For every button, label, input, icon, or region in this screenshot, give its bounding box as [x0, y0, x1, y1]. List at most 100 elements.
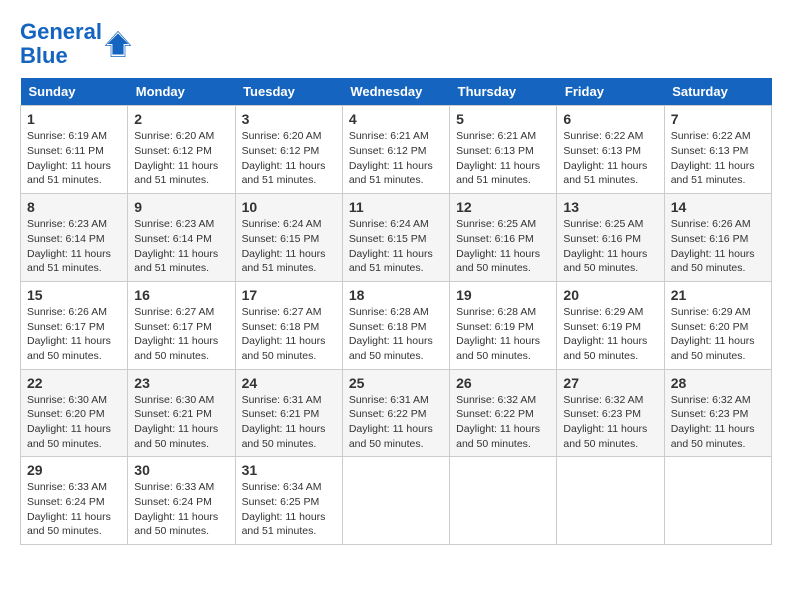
day-info: Sunrise: 6:30 AM Sunset: 6:20 PM Dayligh…: [27, 393, 121, 452]
day-info: Sunrise: 6:23 AM Sunset: 6:14 PM Dayligh…: [134, 217, 228, 276]
day-info: Sunrise: 6:24 AM Sunset: 6:15 PM Dayligh…: [242, 217, 336, 276]
calendar-week-row: 29 Sunrise: 6:33 AM Sunset: 6:24 PM Dayl…: [21, 457, 772, 545]
page-header: General Blue: [20, 20, 772, 68]
day-number: 30: [134, 462, 228, 478]
day-info: Sunrise: 6:21 AM Sunset: 6:12 PM Dayligh…: [349, 129, 443, 188]
day-info: Sunrise: 6:33 AM Sunset: 6:24 PM Dayligh…: [27, 480, 121, 539]
day-info: Sunrise: 6:32 AM Sunset: 6:22 PM Dayligh…: [456, 393, 550, 452]
calendar-cell: 15 Sunrise: 6:26 AM Sunset: 6:17 PM Dayl…: [21, 281, 128, 369]
day-info: Sunrise: 6:32 AM Sunset: 6:23 PM Dayligh…: [671, 393, 765, 452]
day-number: 11: [349, 199, 443, 215]
day-number: 14: [671, 199, 765, 215]
day-info: Sunrise: 6:31 AM Sunset: 6:21 PM Dayligh…: [242, 393, 336, 452]
calendar-cell: 14 Sunrise: 6:26 AM Sunset: 6:16 PM Dayl…: [664, 194, 771, 282]
day-number: 7: [671, 111, 765, 127]
day-info: Sunrise: 6:25 AM Sunset: 6:16 PM Dayligh…: [456, 217, 550, 276]
calendar-cell: 24 Sunrise: 6:31 AM Sunset: 6:21 PM Dayl…: [235, 369, 342, 457]
day-info: Sunrise: 6:24 AM Sunset: 6:15 PM Dayligh…: [349, 217, 443, 276]
day-info: Sunrise: 6:27 AM Sunset: 6:18 PM Dayligh…: [242, 305, 336, 364]
calendar-cell: 8 Sunrise: 6:23 AM Sunset: 6:14 PM Dayli…: [21, 194, 128, 282]
day-info: Sunrise: 6:20 AM Sunset: 6:12 PM Dayligh…: [134, 129, 228, 188]
logo: General Blue: [20, 20, 132, 68]
day-number: 29: [27, 462, 121, 478]
day-number: 10: [242, 199, 336, 215]
day-number: 3: [242, 111, 336, 127]
calendar-table: SundayMondayTuesdayWednesdayThursdayFrid…: [20, 78, 772, 545]
day-number: 18: [349, 287, 443, 303]
day-info: Sunrise: 6:31 AM Sunset: 6:22 PM Dayligh…: [349, 393, 443, 452]
weekday-header: Saturday: [664, 78, 771, 106]
day-info: Sunrise: 6:19 AM Sunset: 6:11 PM Dayligh…: [27, 129, 121, 188]
logo-icon: [104, 30, 132, 58]
day-number: 8: [27, 199, 121, 215]
calendar-cell: 19 Sunrise: 6:28 AM Sunset: 6:19 PM Dayl…: [450, 281, 557, 369]
day-number: 4: [349, 111, 443, 127]
calendar-cell: 18 Sunrise: 6:28 AM Sunset: 6:18 PM Dayl…: [342, 281, 449, 369]
day-info: Sunrise: 6:26 AM Sunset: 6:16 PM Dayligh…: [671, 217, 765, 276]
day-info: Sunrise: 6:25 AM Sunset: 6:16 PM Dayligh…: [563, 217, 657, 276]
day-info: Sunrise: 6:27 AM Sunset: 6:17 PM Dayligh…: [134, 305, 228, 364]
calendar-cell: 31 Sunrise: 6:34 AM Sunset: 6:25 PM Dayl…: [235, 457, 342, 545]
calendar-cell: 4 Sunrise: 6:21 AM Sunset: 6:12 PM Dayli…: [342, 106, 449, 194]
day-info: Sunrise: 6:34 AM Sunset: 6:25 PM Dayligh…: [242, 480, 336, 539]
day-number: 23: [134, 375, 228, 391]
day-number: 9: [134, 199, 228, 215]
day-number: 20: [563, 287, 657, 303]
day-number: 27: [563, 375, 657, 391]
calendar-cell: 20 Sunrise: 6:29 AM Sunset: 6:19 PM Dayl…: [557, 281, 664, 369]
day-number: 17: [242, 287, 336, 303]
day-info: Sunrise: 6:30 AM Sunset: 6:21 PM Dayligh…: [134, 393, 228, 452]
calendar-cell: 6 Sunrise: 6:22 AM Sunset: 6:13 PM Dayli…: [557, 106, 664, 194]
day-number: 2: [134, 111, 228, 127]
weekday-header: Thursday: [450, 78, 557, 106]
calendar-cell: 28 Sunrise: 6:32 AM Sunset: 6:23 PM Dayl…: [664, 369, 771, 457]
day-info: Sunrise: 6:26 AM Sunset: 6:17 PM Dayligh…: [27, 305, 121, 364]
day-number: 16: [134, 287, 228, 303]
calendar-cell: 25 Sunrise: 6:31 AM Sunset: 6:22 PM Dayl…: [342, 369, 449, 457]
day-info: Sunrise: 6:32 AM Sunset: 6:23 PM Dayligh…: [563, 393, 657, 452]
calendar-cell: 16 Sunrise: 6:27 AM Sunset: 6:17 PM Dayl…: [128, 281, 235, 369]
day-number: 1: [27, 111, 121, 127]
day-info: Sunrise: 6:22 AM Sunset: 6:13 PM Dayligh…: [563, 129, 657, 188]
calendar-cell: 27 Sunrise: 6:32 AM Sunset: 6:23 PM Dayl…: [557, 369, 664, 457]
day-info: Sunrise: 6:20 AM Sunset: 6:12 PM Dayligh…: [242, 129, 336, 188]
day-number: 28: [671, 375, 765, 391]
calendar-cell: 9 Sunrise: 6:23 AM Sunset: 6:14 PM Dayli…: [128, 194, 235, 282]
weekday-header: Tuesday: [235, 78, 342, 106]
calendar-cell: 12 Sunrise: 6:25 AM Sunset: 6:16 PM Dayl…: [450, 194, 557, 282]
day-info: Sunrise: 6:23 AM Sunset: 6:14 PM Dayligh…: [27, 217, 121, 276]
calendar-cell: 13 Sunrise: 6:25 AM Sunset: 6:16 PM Dayl…: [557, 194, 664, 282]
calendar-cell: [342, 457, 449, 545]
day-number: 15: [27, 287, 121, 303]
day-info: Sunrise: 6:22 AM Sunset: 6:13 PM Dayligh…: [671, 129, 765, 188]
weekday-header: Monday: [128, 78, 235, 106]
calendar-week-row: 8 Sunrise: 6:23 AM Sunset: 6:14 PM Dayli…: [21, 194, 772, 282]
calendar-week-row: 15 Sunrise: 6:26 AM Sunset: 6:17 PM Dayl…: [21, 281, 772, 369]
calendar-cell: 5 Sunrise: 6:21 AM Sunset: 6:13 PM Dayli…: [450, 106, 557, 194]
day-number: 6: [563, 111, 657, 127]
weekday-header: Sunday: [21, 78, 128, 106]
day-number: 21: [671, 287, 765, 303]
day-number: 22: [27, 375, 121, 391]
calendar-cell: [450, 457, 557, 545]
calendar-cell: 30 Sunrise: 6:33 AM Sunset: 6:24 PM Dayl…: [128, 457, 235, 545]
day-info: Sunrise: 6:29 AM Sunset: 6:19 PM Dayligh…: [563, 305, 657, 364]
calendar-cell: 1 Sunrise: 6:19 AM Sunset: 6:11 PM Dayli…: [21, 106, 128, 194]
day-number: 12: [456, 199, 550, 215]
weekday-header-row: SundayMondayTuesdayWednesdayThursdayFrid…: [21, 78, 772, 106]
calendar-cell: 3 Sunrise: 6:20 AM Sunset: 6:12 PM Dayli…: [235, 106, 342, 194]
calendar-cell: 10 Sunrise: 6:24 AM Sunset: 6:15 PM Dayl…: [235, 194, 342, 282]
day-info: Sunrise: 6:33 AM Sunset: 6:24 PM Dayligh…: [134, 480, 228, 539]
day-info: Sunrise: 6:28 AM Sunset: 6:19 PM Dayligh…: [456, 305, 550, 364]
weekday-header: Wednesday: [342, 78, 449, 106]
calendar-cell: 29 Sunrise: 6:33 AM Sunset: 6:24 PM Dayl…: [21, 457, 128, 545]
calendar-cell: 26 Sunrise: 6:32 AM Sunset: 6:22 PM Dayl…: [450, 369, 557, 457]
day-number: 19: [456, 287, 550, 303]
calendar-cell: [557, 457, 664, 545]
day-number: 31: [242, 462, 336, 478]
day-info: Sunrise: 6:21 AM Sunset: 6:13 PM Dayligh…: [456, 129, 550, 188]
day-number: 26: [456, 375, 550, 391]
calendar-cell: 17 Sunrise: 6:27 AM Sunset: 6:18 PM Dayl…: [235, 281, 342, 369]
day-number: 24: [242, 375, 336, 391]
calendar-week-row: 1 Sunrise: 6:19 AM Sunset: 6:11 PM Dayli…: [21, 106, 772, 194]
